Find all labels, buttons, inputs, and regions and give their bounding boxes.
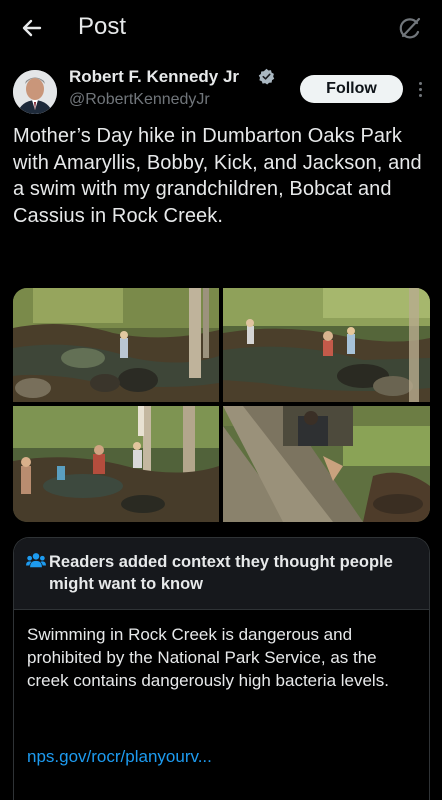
author-handle[interactable]: @RobertKennedyJr xyxy=(69,91,210,109)
verified-badge-icon xyxy=(258,68,275,85)
back-button[interactable] xyxy=(18,14,46,42)
photo-2[interactable] xyxy=(223,288,430,402)
community-note-body: Swimming in Rock Creek is dangerous and … xyxy=(27,625,389,690)
community-note-link[interactable]: nps.gov/rocr/planyourv... xyxy=(27,747,212,767)
follow-button[interactable]: Follow xyxy=(300,75,403,103)
post-text: Mother’s Day hike in Dumbarton Oaks Park… xyxy=(13,125,422,227)
photo-1[interactable] xyxy=(13,288,219,402)
arrow-left-icon xyxy=(22,19,42,37)
more-vertical-icon xyxy=(418,81,422,85)
grok-button[interactable] xyxy=(396,14,424,42)
community-note-header[interactable]: Readers added context they thought peopl… xyxy=(14,538,429,610)
readers-icon xyxy=(26,553,46,568)
author-name[interactable]: Robert F. Kennedy Jr xyxy=(69,67,239,87)
page-title: Post xyxy=(78,13,127,40)
community-note: Readers added context they thought peopl… xyxy=(13,537,430,800)
avatar[interactable] xyxy=(13,70,57,114)
grok-icon xyxy=(399,17,421,39)
more-options-button[interactable] xyxy=(412,76,428,102)
media-grid xyxy=(13,288,430,522)
photo-3[interactable] xyxy=(13,406,219,522)
avatar-image xyxy=(13,70,57,114)
community-note-title: Readers added context they thought peopl… xyxy=(49,553,393,593)
top-bar: Post xyxy=(0,0,442,56)
photo-4[interactable] xyxy=(223,406,430,522)
